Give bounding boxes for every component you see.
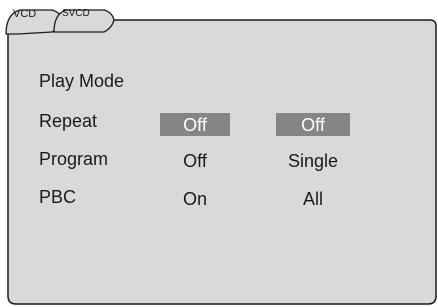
tab-vcd[interactable]: VCD	[13, 8, 36, 20]
repeat-value-2[interactable]: Off	[276, 113, 350, 136]
row-label-program: Program	[39, 149, 109, 169]
row-label-repeat: Repeat	[39, 111, 98, 131]
pbc-value-1[interactable]: On	[160, 188, 230, 210]
repeat-value-1[interactable]: Off	[160, 113, 230, 136]
pbc-value-2[interactable]: All	[276, 188, 350, 210]
program-value-1[interactable]: Off	[160, 150, 230, 172]
program-value-2[interactable]: Single	[276, 150, 350, 172]
tab-svcd[interactable]: SVCD	[62, 8, 90, 20]
menu-title: Play Mode	[39, 71, 125, 91]
row-label-pbc: PBC	[39, 187, 77, 207]
